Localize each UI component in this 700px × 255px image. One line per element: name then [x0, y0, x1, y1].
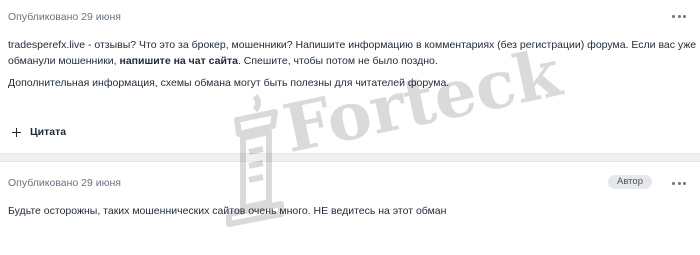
post-paragraph: tradesperefx.live - отзывы? Что это за б…: [8, 37, 698, 69]
dot: [677, 181, 681, 185]
dot: [683, 14, 686, 18]
post-2: Опубликовано 29 июня Автор Будьте осторо…: [0, 162, 700, 255]
dot: [677, 14, 681, 18]
more-options-icon[interactable]: [672, 11, 686, 21]
author-badge: Автор: [608, 175, 652, 189]
post-paragraph: Дополнительная информация, схемы обмана …: [8, 77, 450, 89]
dot: [672, 181, 675, 185]
post-text: Будьте осторожны, таких мошеннических са…: [8, 205, 447, 217]
post-1: Опубликовано 29 июня tradesperefx.live -…: [0, 0, 700, 153]
post-date: Опубликовано 29 июня: [8, 177, 121, 189]
paragraph-text-end: . Спешите, чтобы потом не было поздно.: [237, 55, 438, 67]
post-date: Опубликовано 29 июня: [8, 11, 121, 23]
dot: [683, 181, 686, 185]
quote-button[interactable]: Цитата: [12, 126, 66, 138]
chat-link-text: напишите на чат сайта: [119, 55, 238, 67]
more-options-icon[interactable]: [672, 178, 686, 188]
plus-icon: [12, 127, 21, 137]
dot: [672, 14, 675, 18]
quote-label: Цитата: [30, 126, 67, 138]
post-separator: [0, 153, 700, 162]
